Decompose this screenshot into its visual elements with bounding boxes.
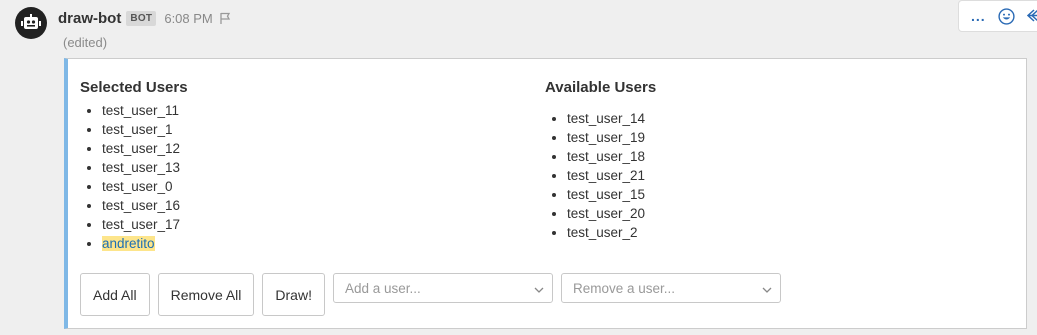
remove-all-button[interactable]: Remove All xyxy=(157,273,255,316)
list-item: test_user_20 xyxy=(567,204,656,223)
bot-avatar[interactable] xyxy=(15,7,47,39)
list-item: test_user_21 xyxy=(567,166,656,185)
list-item: test_user_17 xyxy=(102,215,188,234)
add-user-select[interactable]: Add a user... xyxy=(332,273,553,303)
list-item: test_user_11 xyxy=(102,101,188,120)
add-all-button[interactable]: Add All xyxy=(80,273,150,316)
remove-user-placeholder: Remove a user... xyxy=(572,280,676,296)
post-hover-menu: ... xyxy=(958,0,1037,32)
emoji-icon[interactable] xyxy=(998,7,1015,25)
flag-icon[interactable] xyxy=(219,12,232,25)
mention-highlight[interactable]: andretito xyxy=(102,236,155,251)
list-item: test_user_15 xyxy=(567,185,656,204)
bot-badge: BOT xyxy=(126,10,157,26)
edited-indicator: (edited) xyxy=(63,35,108,50)
attachment-actions: Add All Remove All Draw! Add a user... R… xyxy=(80,273,781,316)
chevron-down-icon xyxy=(534,283,544,298)
list-item: test_user_13 xyxy=(102,158,188,177)
selected-users-section: Selected Users test_user_11 test_user_1 … xyxy=(80,79,188,253)
list-item: test_user_12 xyxy=(102,139,188,158)
list-item: test_user_19 xyxy=(567,128,656,147)
available-users-title: Available Users xyxy=(545,79,657,96)
list-item: test_user_18 xyxy=(567,147,656,166)
more-actions-button[interactable]: ... xyxy=(971,9,986,23)
draw-button[interactable]: Draw! xyxy=(262,273,325,316)
selected-users-title: Selected Users xyxy=(80,79,188,96)
list-item: test_user_16 xyxy=(102,196,188,215)
post-header: draw-bot BOT 6:08 PM xyxy=(58,8,232,28)
selected-users-list: test_user_11 test_user_1 test_user_12 te… xyxy=(80,101,188,253)
message-attachment: Selected Users test_user_11 test_user_1 … xyxy=(64,58,1027,329)
list-item: test_user_14 xyxy=(567,109,656,128)
robot-icon xyxy=(21,14,41,29)
reply-icon[interactable] xyxy=(1026,8,1037,24)
list-item: andretito xyxy=(102,234,188,253)
add-user-placeholder: Add a user... xyxy=(344,280,421,296)
available-users-section: Available Users test_user_14 test_user_1… xyxy=(545,79,656,242)
chevron-down-icon xyxy=(762,283,772,298)
timestamp[interactable]: 6:08 PM xyxy=(164,11,212,26)
available-users-list: test_user_14 test_user_19 test_user_18 t… xyxy=(545,109,656,242)
list-item: test_user_1 xyxy=(102,120,188,139)
remove-user-select[interactable]: Remove a user... xyxy=(560,273,781,303)
list-item: test_user_0 xyxy=(102,177,188,196)
list-item: test_user_2 xyxy=(567,223,656,242)
username[interactable]: draw-bot xyxy=(58,10,121,27)
